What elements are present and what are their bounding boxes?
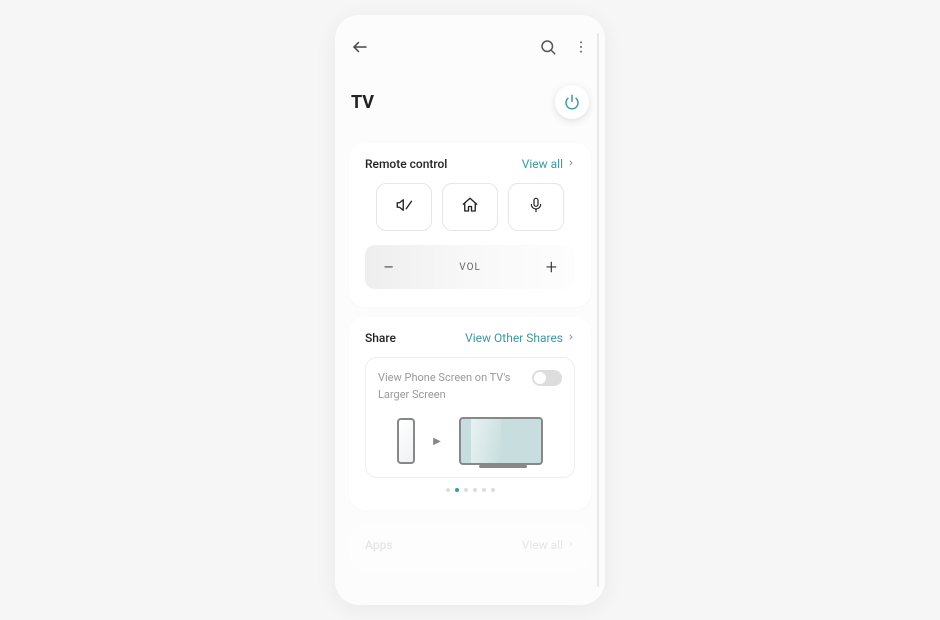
phone-icon — [397, 418, 415, 464]
page-title: TV — [351, 92, 374, 113]
page-dot[interactable] — [482, 488, 486, 492]
home-button[interactable] — [442, 183, 498, 231]
home-icon — [461, 196, 479, 218]
more-menu-button[interactable] — [573, 39, 589, 55]
page-dot[interactable] — [455, 488, 459, 492]
mic-icon — [528, 196, 544, 218]
mute-button[interactable] — [376, 183, 432, 231]
cast-illustration: ▶ — [378, 417, 562, 465]
top-bar — [349, 33, 591, 61]
volume-label: VOL — [459, 262, 481, 273]
volume-up-button[interactable]: + — [546, 255, 557, 279]
remote-title: Remote control — [365, 157, 447, 171]
share-title: Share — [365, 331, 396, 345]
apps-title: Apps — [365, 538, 393, 552]
page-dot[interactable] — [464, 488, 468, 492]
apps-card: Apps View all — [349, 524, 591, 570]
page-dot[interactable] — [491, 488, 495, 492]
apps-view-all-label: View all — [522, 538, 563, 552]
chevron-right-icon — [567, 331, 575, 345]
remote-view-all-link[interactable]: View all — [522, 157, 575, 171]
share-view-others-link[interactable]: View Other Shares — [465, 331, 575, 345]
page-dot[interactable] — [473, 488, 477, 492]
mic-button[interactable] — [508, 183, 564, 231]
search-button[interactable] — [539, 38, 557, 56]
pagination-dots — [365, 488, 575, 492]
share-view-others-label: View Other Shares — [465, 331, 563, 345]
volume-down-button[interactable]: − — [383, 255, 394, 279]
cast-toggle[interactable] — [532, 370, 562, 386]
page-dot[interactable] — [446, 488, 450, 492]
arrow-right-icon: ▶ — [433, 436, 441, 447]
remote-control-card: Remote control View all — [349, 143, 591, 307]
mute-icon — [395, 196, 413, 218]
title-row: TV — [349, 85, 591, 133]
back-button[interactable] — [351, 38, 369, 56]
chevron-right-icon — [567, 157, 575, 171]
tv-icon — [459, 417, 543, 465]
power-button[interactable] — [555, 85, 589, 119]
remote-view-all-label: View all — [522, 157, 563, 171]
share-card: Share View Other Shares View Phone Scree… — [349, 317, 591, 510]
cast-card[interactable]: View Phone Screen on TV's Larger Screen … — [365, 357, 575, 478]
cast-description: View Phone Screen on TV's Larger Screen — [378, 370, 524, 403]
device-screen: TV Remote control View all — [335, 15, 605, 605]
chevron-right-icon — [567, 538, 575, 552]
apps-view-all-link[interactable]: View all — [522, 538, 575, 552]
volume-control: − VOL + — [365, 245, 575, 289]
